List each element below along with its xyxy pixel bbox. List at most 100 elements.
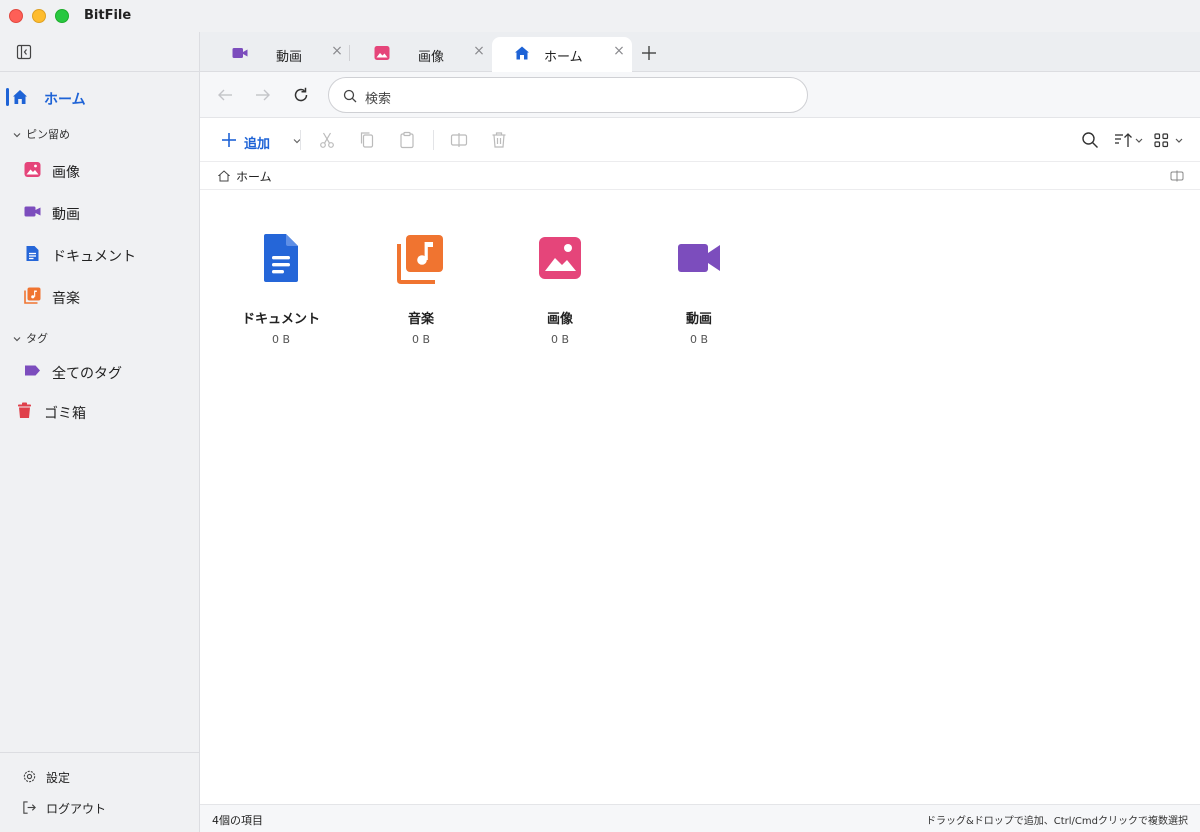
section-label: タグ [26,332,48,345]
sidebar-item-trash[interactable]: ゴミ箱 [0,397,199,425]
sidebar-item-label: 音楽 [52,291,80,307]
folder-name: 画像 [546,312,573,327]
video-icon [232,48,248,58]
search-icon [343,89,357,103]
panel-toggle-icon[interactable] [1170,169,1184,183]
close-tab-icon[interactable]: × [612,44,626,58]
cut-icon[interactable] [318,131,336,149]
logout-label: ログアウト [46,802,107,816]
folder-tile-music[interactable]: 音楽 0 B [361,230,481,350]
folder-name: 動画 [685,312,712,327]
tab-videos[interactable]: 動画 × [210,37,350,72]
breadcrumb: ホーム [200,162,1200,190]
tab-home[interactable]: ホーム × [492,37,632,73]
document-icon [26,246,39,261]
folder-size: 0 B [271,333,291,346]
video-icon [24,206,41,217]
chevron-down-icon [13,133,21,138]
new-tab-icon[interactable] [640,44,658,62]
navigation-bar: 検索 [200,72,1200,118]
breadcrumb-item-home[interactable]: ホーム [236,168,272,185]
sort-icon[interactable] [1113,131,1145,149]
close-tab-icon[interactable]: × [330,44,344,58]
section-label: ピン留め [26,128,70,141]
sidebar-item-label: 全てのタグ [52,366,122,382]
folder-name: 音楽 [407,312,434,327]
sidebar-toggle-icon[interactable] [16,44,32,60]
music-icon [24,287,41,304]
sidebar-item-videos[interactable]: 動画 [0,198,199,226]
logout-button[interactable]: ログアウト [0,796,199,820]
video-icon [678,244,720,272]
minimize-window-button[interactable] [32,9,46,23]
status-bar: 4個の項目 ドラッグ&ドロップで追加、Ctrl/Cmdクリックで複数選択 [200,804,1200,832]
image-icon [24,162,41,177]
search-placeholder: 検索 [365,92,392,107]
grid-view-icon[interactable] [1153,131,1187,149]
folder-tile-documents[interactable]: ドキュメント 0 B [221,230,341,350]
sidebar-item-music[interactable]: 音楽 [0,282,199,310]
refresh-icon[interactable] [292,86,310,104]
sidebar-item-all-tags[interactable]: 全てのタグ [0,357,199,385]
forward-arrow-icon[interactable] [254,86,272,104]
sidebar-item-label: ゴミ箱 [44,406,86,422]
sidebar-item-home[interactable]: ホーム [0,84,199,112]
folder-tile-images[interactable]: 画像 0 B [500,230,620,350]
folder-size: 0 B [689,333,709,346]
trash-icon [18,402,31,418]
music-icon [397,235,443,284]
logout-icon [23,801,36,814]
tab-label: 画像 [418,50,445,65]
document-icon [264,234,298,282]
tags-section-header[interactable]: タグ [12,330,48,346]
folder-size: 0 B [411,333,431,346]
chevron-down-icon [13,337,21,342]
folder-tile-videos[interactable]: 動画 0 B [639,230,759,350]
home-icon [218,170,230,182]
folder-name: ドキュメント [241,312,320,327]
home-icon [515,46,529,60]
toolbar: 追加 [200,118,1200,162]
sidebar-divider [0,752,199,753]
sidebar-divider [0,71,199,72]
status-hint: ドラッグ&ドロップで追加、Ctrl/Cmdクリックで複数選択 [925,816,1188,827]
active-indicator [6,88,9,106]
search-input[interactable]: 検索 [328,77,808,113]
item-count: 4個の項目 [212,814,263,827]
plus-icon [222,133,236,147]
tab-images[interactable]: 画像 × [352,37,492,72]
image-icon [374,46,390,60]
tab-bar: 動画 × 画像 × ホーム × [200,32,1200,73]
toolbar-divider [433,130,434,150]
sidebar-item-label: ホーム [44,92,86,108]
back-arrow-icon[interactable] [216,86,234,104]
sidebar-item-label: 画像 [52,165,80,181]
gear-icon [23,770,36,783]
zoom-window-button[interactable] [55,9,69,23]
tag-icon [25,365,40,376]
tab-divider [349,45,350,61]
close-tab-icon[interactable]: × [472,44,486,58]
image-icon [539,237,581,279]
home-icon [13,90,27,104]
sidebar-item-label: 動画 [52,207,80,223]
sidebar-item-images[interactable]: 画像 [0,156,199,184]
copy-icon[interactable] [358,131,376,149]
settings-button[interactable]: 設定 [0,765,199,789]
paste-icon[interactable] [398,131,416,149]
close-window-button[interactable] [9,9,23,23]
title-bar: BitFile [0,0,1200,32]
search-icon[interactable] [1081,131,1099,149]
file-grid: ドキュメント 0 B 音楽 0 B 画像 0 B 動画 0 B [200,190,1200,804]
toolbar-divider [300,130,301,150]
window-title: BitFile [84,8,132,23]
add-button-label: 追加 [244,137,271,152]
sidebar-item-label: ドキュメント [52,249,136,265]
sidebar: ホーム ピン留め 画像 動画 ドキュメント 音楽 タグ 全てのタグ ゴミ箱 設定… [0,32,200,832]
delete-icon[interactable] [490,131,508,149]
tab-label: ホーム [544,50,583,65]
pinned-section-header[interactable]: ピン留め [12,126,70,142]
folder-size: 0 B [550,333,570,346]
rename-icon[interactable] [450,131,468,149]
sidebar-item-documents[interactable]: ドキュメント [0,240,199,268]
